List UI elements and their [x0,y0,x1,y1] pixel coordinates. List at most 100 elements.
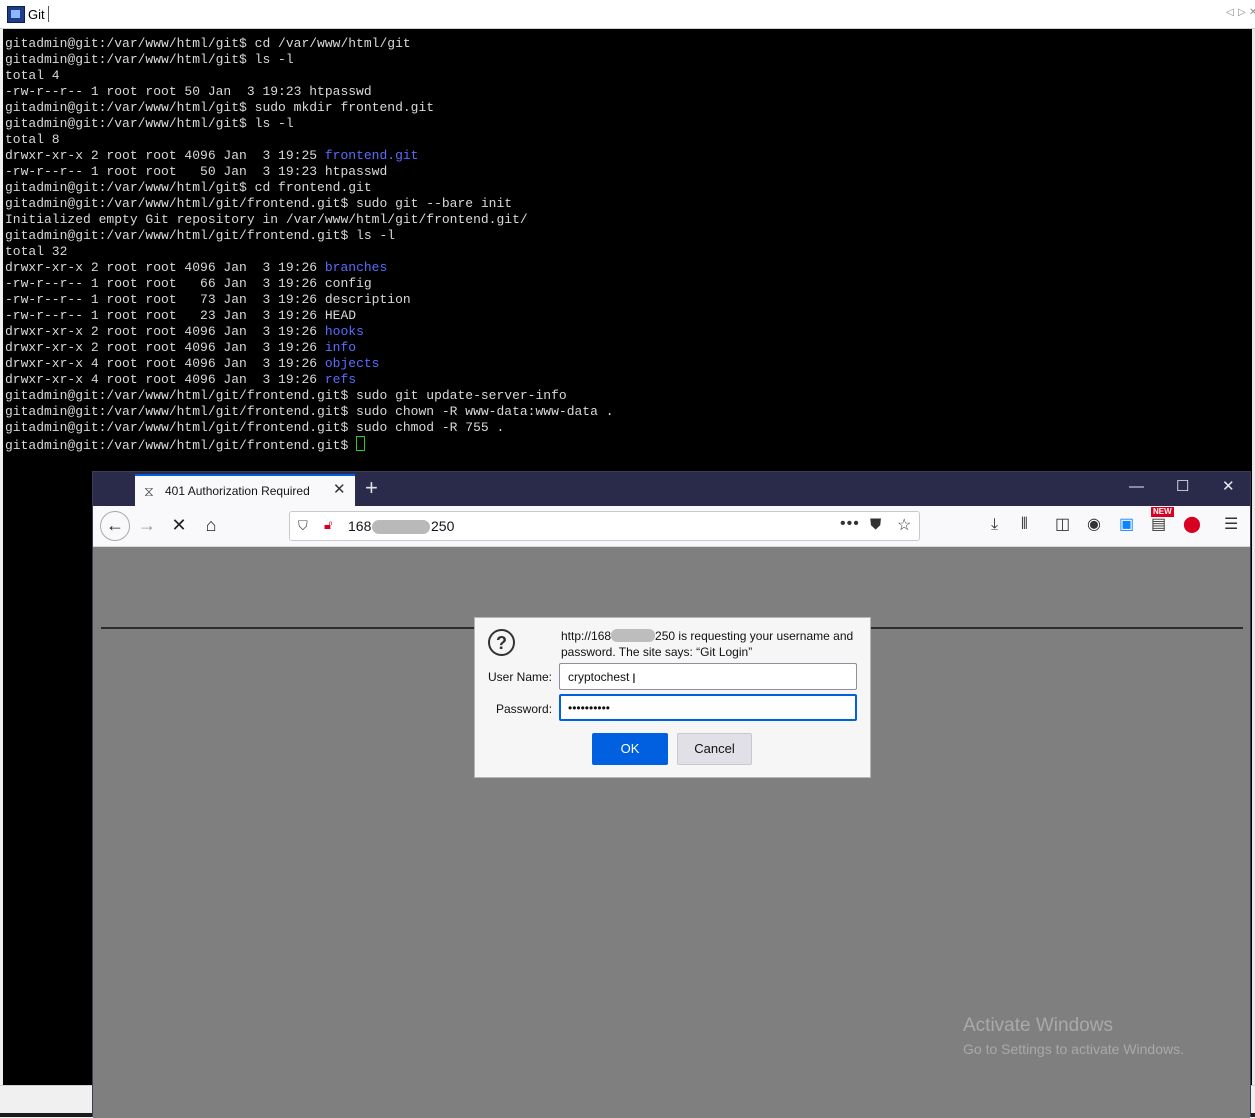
media-extension-icon[interactable]: ▤ [1151,515,1166,535]
tracking-protection-icon[interactable]: ⛉ [298,518,308,534]
cancel-button[interactable]: Cancel [677,733,752,765]
terminal-line: Initialized empty Git repository in /var… [5,212,528,228]
terminal-line: -rw-r--r-- 1 root root 50 Jan 3 19:23 ht… [5,84,372,100]
window-close-icon[interactable]: ✕ [1222,478,1235,496]
redacted-address [372,520,430,534]
terminal-app-icon [7,6,25,23]
terminal-line: gitadmin@git:/var/www/html/git/frontend.… [5,196,512,212]
browser-tab-bar: ⧖ 401 Authorization Required ✕ + — ☐ ✕ [93,472,1250,506]
terminal-cursor [356,436,366,451]
minimize-icon[interactable]: — [1129,478,1144,496]
tab-authorization-required[interactable]: ⧖ 401 Authorization Required ✕ [135,474,355,506]
scroll-tabs-right-icon[interactable]: ▷ [1238,7,1246,18]
terminal-line: -rw-r--r-- 1 root root 50 Jan 3 19:23 ht… [5,164,387,180]
save-extension-icon[interactable]: ▣ [1119,515,1134,535]
terminal-text: gitadmin@git:/var/www/html/git$ ls -l [5,52,294,67]
directory-name: branches [324,260,388,275]
home-button[interactable]: ⌂ [199,514,223,536]
terminal-text: drwxr-xr-x 2 root root 4096 Jan 3 19:26 [5,340,325,355]
adblock-extension-icon[interactable]: ⬤ [1183,515,1201,535]
username-field[interactable]: cryptochest [559,663,857,690]
terminal-window-title: Git [28,7,45,22]
terminal-line: gitadmin@git:/var/www/html/git/frontend.… [5,404,614,420]
forward-button[interactable]: → [135,514,159,536]
activate-windows-title: Activate Windows [963,1015,1113,1036]
scroll-tabs-left-icon[interactable]: ◁ [1226,7,1234,18]
downloads-icon[interactable]: ⤓ [991,515,998,535]
library-icon[interactable]: ⫴ [1021,515,1028,535]
terminal-line: gitadmin@git:/var/www/html/git/frontend.… [5,436,366,453]
close-tab-icon[interactable]: ✕ [1249,7,1255,18]
terminal-text: gitadmin@git:/var/www/html/git/frontend.… [5,196,513,211]
account-icon[interactable]: ◉ [1087,515,1101,535]
terminal-line: drwxr-xr-x 2 root root 4096 Jan 3 19:26 … [5,324,364,340]
terminal-line: total 32 [5,244,67,260]
firefox-window: ⧖ 401 Authorization Required ✕ + — ☐ ✕ ←… [92,471,1251,1118]
terminal-titlebar: Git ◁ ▷ ✕ [0,0,1255,29]
insecure-connection-icon[interactable]: 🔓︎ [324,517,332,533]
terminal-text: gitadmin@git:/var/www/html/git$ cd front… [5,180,372,195]
page-actions-menu-icon[interactable]: ••• [840,515,860,533]
terminal-line: gitadmin@git:/var/www/html/git$ sudo mkd… [5,100,434,116]
terminal-text: drwxr-xr-x 2 root root 4096 Jan 3 19:26 [5,324,325,339]
terminal-text: gitadmin@git:/var/www/html/git/frontend.… [5,420,505,435]
terminal-text: gitadmin@git:/var/www/html/git$ ls -l [5,116,294,131]
terminal-text: gitadmin@git:/var/www/html/git/frontend.… [5,388,567,403]
terminal-line: drwxr-xr-x 4 root root 4096 Jan 3 19:26 … [5,356,379,372]
terminal-line: drwxr-xr-x 2 root root 4096 Jan 3 19:26 … [5,260,387,276]
maximize-icon[interactable]: ☐ [1176,478,1189,496]
terminal-line: gitadmin@git:/var/www/html/git/frontend.… [5,388,567,404]
terminal-line: -rw-r--r-- 1 root root 23 Jan 3 19:26 HE… [5,308,356,324]
terminal-text: drwxr-xr-x 2 root root 4096 Jan 3 19:26 [5,260,325,275]
ok-button[interactable]: OK [592,733,668,765]
tab-close-icon[interactable]: ✕ [333,482,346,497]
address-bar[interactable]: ⛉ 🔓︎ 168 250 ••• ⛊ ☆ [289,511,920,541]
activate-windows-subtitle: Go to Settings to activate Windows. [963,1041,1184,1057]
terminal-text: -rw-r--r-- 1 root root 73 Jan 3 19:26 de… [5,292,411,307]
directory-name: objects [324,356,380,371]
new-badge: NEW [1151,507,1174,517]
auth-dialog: ? http://168 250 is requesting your usern… [474,617,871,778]
back-button[interactable]: ← [100,511,130,541]
username-label: User Name: [488,670,553,684]
terminal-line: gitadmin@git:/var/www/html/git$ cd front… [5,180,372,196]
terminal-text: drwxr-xr-x 4 root root 4096 Jan 3 19:26 [5,372,325,387]
terminal-text: -rw-r--r-- 1 root root 50 Jan 3 19:23 ht… [5,84,372,99]
terminal-text: total 8 [5,132,60,147]
new-tab-button[interactable]: + [365,476,378,500]
terminal-text: gitadmin@git:/var/www/html/git/frontend.… [5,228,396,243]
auth-message: http://168 250 is requesting your usernam… [561,628,861,660]
tab-title: 401 Authorization Required [165,484,310,498]
terminal-text: gitadmin@git:/var/www/html/git/frontend.… [5,404,614,419]
terminal-text: total 4 [5,68,60,83]
password-field[interactable]: •••••••••• [559,694,857,721]
terminal-text: -rw-r--r-- 1 root root 66 Jan 3 19:26 co… [5,276,372,291]
directory-name: hooks [324,324,364,339]
terminal-line: -rw-r--r-- 1 root root 73 Jan 3 19:26 de… [5,292,411,308]
terminal-line: gitadmin@git:/var/www/html/git/frontend.… [5,420,504,436]
stop-loading-button[interactable]: ✕ [167,514,191,536]
text-cursor-icon: I [632,670,636,686]
loading-hourglass-icon: ⧖ [144,483,154,499]
browser-nav-bar: ← → ✕ ⌂ ⛉ 🔓︎ 168 250 ••• ⛊ ☆ ⤓ ⫴ ◫ ◉ ▣ ▤… [93,506,1250,547]
terminal-text: gitadmin@git:/var/www/html/git$ cd /var/… [5,36,411,51]
password-label: Password: [496,702,553,716]
terminal-line: gitadmin@git:/var/www/html/git$ ls -l [5,52,294,68]
terminal-text: gitadmin@git:/var/www/html/git$ sudo mkd… [5,100,435,115]
terminal-text: total 32 [5,244,68,259]
redacted-host [611,629,656,642]
url-start: 168 [348,518,372,534]
terminal-line: -rw-r--r-- 1 root root 66 Jan 3 19:26 co… [5,276,372,292]
directory-name: info [324,340,357,355]
terminal-line: drwxr-xr-x 2 root root 4096 Jan 3 19:26 … [5,340,356,356]
directory-name: refs [324,372,357,387]
terminal-line: drwxr-xr-x 4 root root 4096 Jan 3 19:26 … [5,372,356,388]
terminal-line: gitadmin@git:/var/www/html/git$ cd /var/… [5,36,411,52]
terminal-text: -rw-r--r-- 1 root root 23 Jan 3 19:26 HE… [5,308,357,323]
hamburger-menu-icon[interactable]: ☰ [1224,515,1238,535]
pocket-icon[interactable]: ⛊ [870,516,881,533]
titlebar-separator [48,6,49,22]
sidebar-icon[interactable]: ◫ [1055,515,1070,535]
bookmark-star-icon[interactable]: ☆ [897,515,911,535]
terminal-line: gitadmin@git:/var/www/html/git$ ls -l [5,116,294,132]
